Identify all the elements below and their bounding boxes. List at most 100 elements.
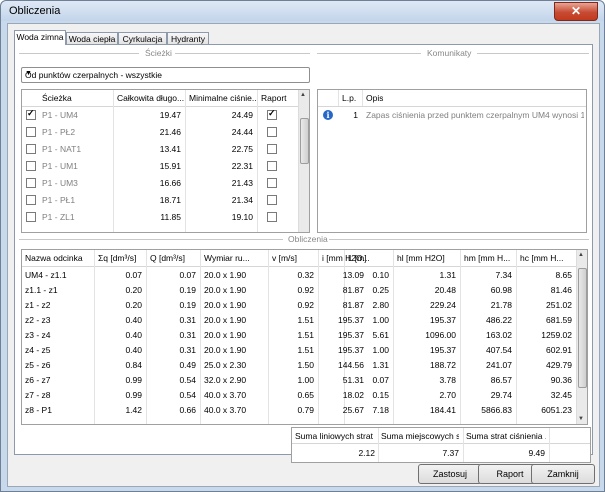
report-checkbox[interactable] (267, 212, 277, 222)
hl: 188.72 (430, 360, 456, 370)
path-length: 19.47 (159, 110, 181, 120)
col-velocity[interactable]: v [m/s] (272, 253, 297, 263)
segment-name: z3 - z4 (25, 330, 51, 340)
scroll-up-icon[interactable]: ▲ (578, 252, 584, 258)
hm: 241.07 (486, 360, 512, 370)
apply-button[interactable]: Zastosuj (418, 464, 482, 484)
report-checkbox[interactable] (267, 195, 277, 205)
path-row[interactable]: P1 - UM3 16.66 21.43 (22, 175, 299, 191)
path-row[interactable]: P1 - UM1 15.91 22.31 (22, 158, 299, 174)
path-row[interactable]: P1 - NAT1 13.41 22.75 (22, 141, 299, 157)
scroll-thumb[interactable] (300, 118, 309, 164)
col-pipe-size[interactable]: Wymiar ru... (204, 253, 254, 263)
calc-group-line-left (19, 239, 283, 240)
col-length[interactable]: L [m] (348, 253, 367, 263)
path-select-checkbox[interactable] (26, 127, 36, 137)
col-hc[interactable]: hc [mm H... (520, 253, 570, 263)
path-select-checkbox[interactable] (26, 212, 36, 222)
segment-name: z4 - z5 (25, 345, 51, 355)
pipe-size: 20.0 x 1.90 (204, 330, 247, 340)
path-row[interactable]: P1 - PŁ1 18.71 21.34 (22, 192, 299, 208)
col-sum-q[interactable]: Σq [dm³/s] (98, 253, 136, 263)
col-linear-losses[interactable]: Suma liniowych strat ... (295, 431, 373, 441)
q: 0.54 (179, 390, 196, 400)
table-row[interactable]: UM4 - z1.1 0.07 0.07 20.0 x 1.90 0.32 13… (22, 267, 575, 283)
calc-header: Nazwa odcinka Σq [dm³/s] Q [dm³/s] Wymia… (22, 250, 587, 267)
table-row[interactable]: z1 - z2 0.20 0.19 20.0 x 1.90 0.92 81.87… (22, 297, 575, 313)
velocity: 1.51 (297, 345, 314, 355)
report-checkbox[interactable] (267, 144, 277, 154)
q: 0.19 (179, 300, 196, 310)
close-button[interactable]: Zamknij (531, 464, 595, 484)
col-length[interactable]: Całkowita długo... (117, 93, 185, 103)
path-min-pressure: 19.10 (231, 212, 253, 222)
path-select-checkbox[interactable] (26, 144, 36, 154)
paths-scrollbar[interactable]: ▲ (298, 90, 309, 232)
paths-table: Ścieżka Całkowita długo... Minimalne ciś… (21, 89, 310, 233)
path-filter-select[interactable]: Od punktów czerpalnych - wszystkie ▼ (21, 67, 310, 83)
calculation-table: Nazwa odcinka Σq [dm³/s] Q [dm³/s] Wymia… (21, 249, 588, 425)
path-select-checkbox[interactable] (26, 178, 36, 188)
pipe-size: 20.0 x 1.90 (204, 285, 247, 295)
table-row[interactable]: z1.1 - z1 0.20 0.19 20.0 x 1.90 0.92 81.… (22, 282, 575, 298)
col-opis[interactable]: Opis (366, 93, 383, 103)
path-row[interactable]: P1 - UM4 19.47 24.49 (22, 107, 299, 123)
col-hm[interactable]: hm [mm H... (464, 253, 514, 263)
hc: 32.45 (550, 390, 572, 400)
path-select-checkbox[interactable] (26, 108, 36, 120)
path-row[interactable]: P1 - PŁ2 21.46 24.44 (22, 124, 299, 140)
length: 7.18 (372, 405, 389, 415)
path-select-checkbox[interactable] (26, 195, 36, 205)
table-row[interactable]: z3 - z4 0.40 0.31 20.0 x 1.90 1.51 195.3… (22, 327, 575, 343)
scroll-thumb[interactable] (578, 268, 587, 388)
paths-group-title: Ścieżki (145, 48, 172, 58)
length: 5.61 (372, 330, 389, 340)
col-sciezka[interactable]: Ścieżka (42, 93, 112, 103)
path-row[interactable]: P1 - ZL1 11.85 19.10 (22, 209, 299, 225)
pipe-size: 40.0 x 3.70 (204, 390, 247, 400)
path-min-pressure: 24.44 (231, 127, 253, 137)
path-select-checkbox[interactable] (26, 161, 36, 171)
velocity: 0.32 (297, 270, 314, 280)
messages-header: L.p. Opis (318, 90, 586, 107)
col-segment-name[interactable]: Nazwa odcinka (25, 253, 83, 263)
sum-q: 0.20 (125, 285, 142, 295)
scroll-down-icon[interactable]: ▼ (578, 416, 584, 422)
col-local-losses[interactable]: Suma miejscowych s... (381, 431, 459, 441)
hl: 3.78 (439, 375, 456, 385)
report-checkbox[interactable] (267, 127, 277, 137)
table-row[interactable]: z2 - z3 0.40 0.31 20.0 x 1.90 1.51 195.3… (22, 312, 575, 328)
hc: 681.59 (546, 315, 572, 325)
sum-q: 0.99 (125, 390, 142, 400)
sums-header: Suma liniowych strat ... Suma miejscowyc… (292, 428, 590, 444)
report-checkbox[interactable] (267, 108, 277, 120)
velocity: 1.00 (297, 375, 314, 385)
hc: 81.46 (550, 285, 572, 295)
col-q[interactable]: Q [dm³/s] (150, 253, 185, 263)
table-row[interactable]: z4 - z5 0.40 0.31 20.0 x 1.90 1.51 195.3… (22, 342, 575, 358)
col-total-losses[interactable]: Suma strat ciśnienia ... (466, 431, 546, 441)
close-window-button[interactable]: ✕ (554, 2, 598, 21)
calc-scrollbar[interactable]: ▲ ▼ (576, 250, 587, 424)
table-row[interactable]: z8 - P1 1.42 0.66 40.0 x 3.70 0.79 25.67… (22, 402, 575, 418)
path-length: 18.71 (159, 195, 181, 205)
table-row[interactable]: z5 - z6 0.84 0.49 25.0 x 2.30 1.50 144.5… (22, 357, 575, 373)
paths-header: Ścieżka Całkowita długo... Minimalne ciś… (22, 90, 309, 107)
table-row[interactable]: z7 - z8 0.99 0.54 40.0 x 3.70 0.65 18.02… (22, 387, 575, 403)
col-report[interactable]: Raport (261, 93, 295, 103)
message-row[interactable]: i 1 Zapas ciśnienia przed punktem czerpa… (318, 107, 586, 123)
tab-woda-zimna[interactable]: Woda zimna (14, 30, 66, 45)
col-lp[interactable]: L.p. (342, 93, 356, 103)
report-checkbox[interactable] (267, 178, 277, 188)
path-min-pressure: 22.31 (231, 161, 253, 171)
col-min-pressure[interactable]: Minimalne ciśnie... (189, 93, 257, 103)
velocity: 0.65 (297, 390, 314, 400)
path-min-pressure: 21.34 (231, 195, 253, 205)
col-hl[interactable]: hl [mm H2O] (397, 253, 457, 263)
hm: 7.34 (495, 270, 512, 280)
scroll-up-icon[interactable]: ▲ (300, 92, 306, 98)
hm: 5866.83 (481, 405, 512, 415)
table-row[interactable]: z6 - z7 0.99 0.54 32.0 x 2.90 1.00 51.31… (22, 372, 575, 388)
report-checkbox[interactable] (267, 161, 277, 171)
path-length: 11.85 (160, 212, 181, 222)
